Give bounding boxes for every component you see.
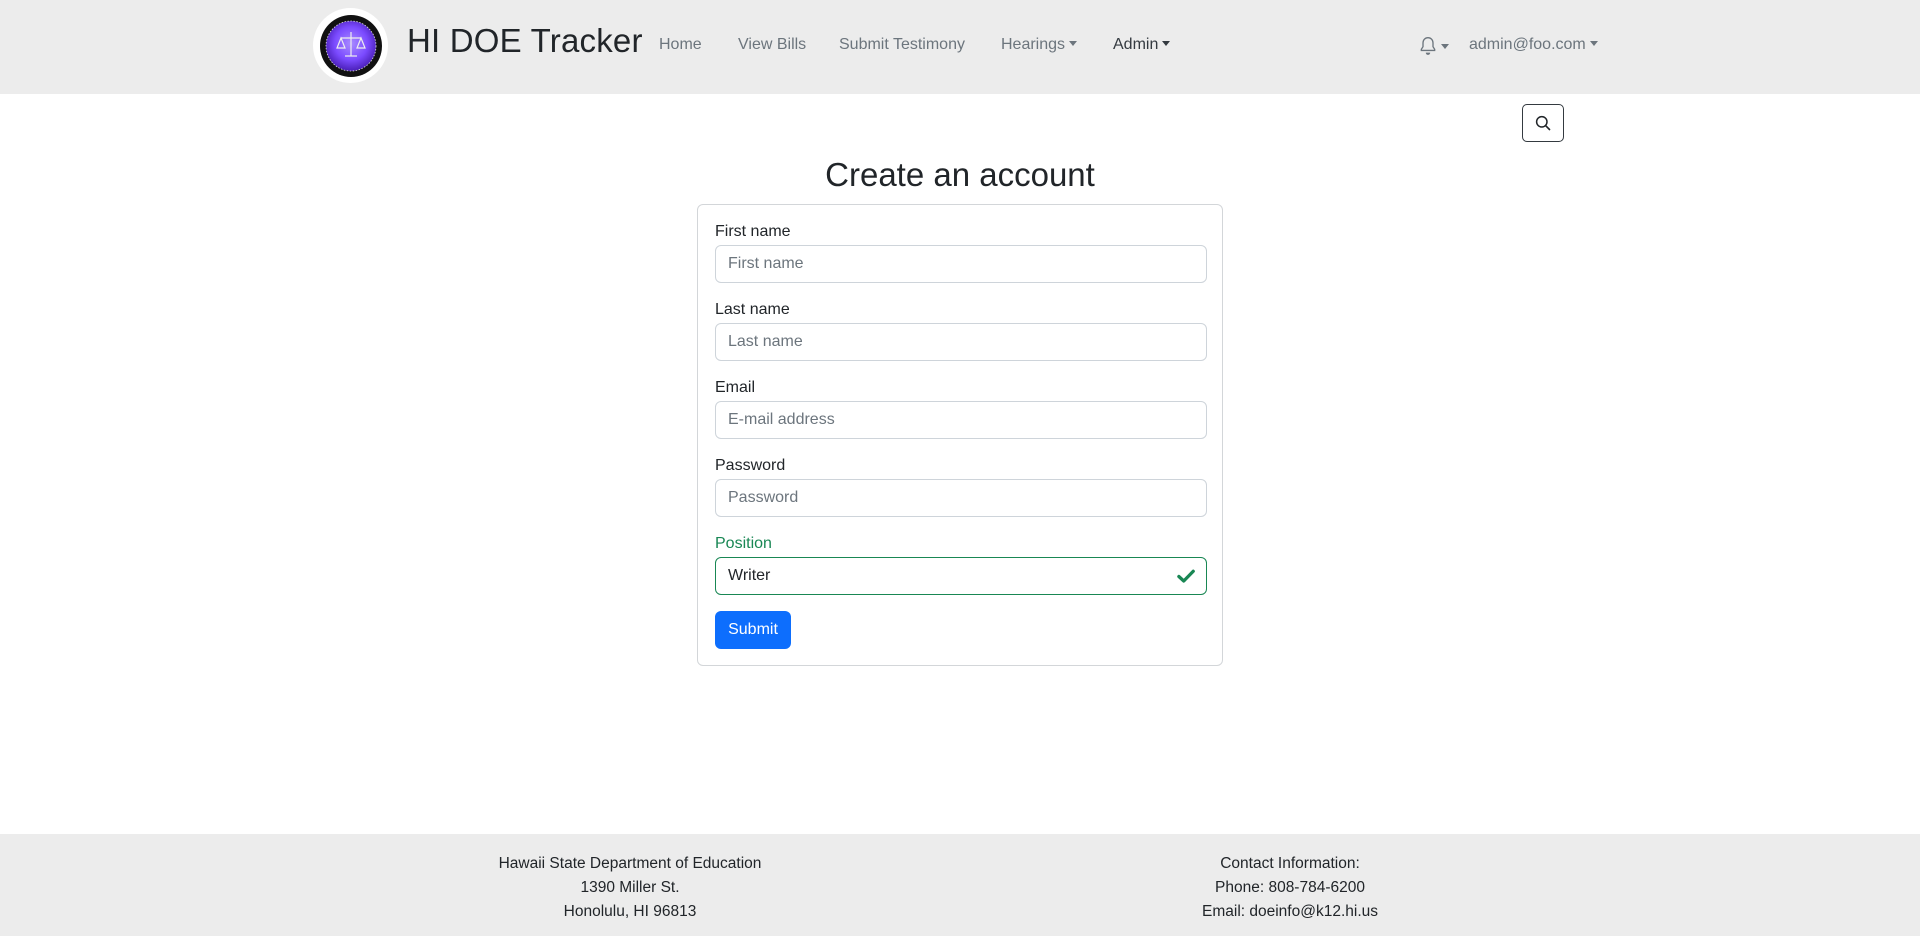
page-title: Create an account: [825, 156, 1095, 193]
password-label: Password: [715, 457, 786, 474]
nav-submit-testimony[interactable]: Submit Testimony: [839, 36, 965, 54]
chevron-down-icon: [1162, 41, 1171, 46]
position-label: Position: [715, 535, 772, 552]
footer-phone: Phone: 808-784-6200: [1215, 879, 1365, 896]
last-name-label: Last name: [715, 301, 790, 318]
submit-button[interactable]: Submit: [715, 611, 791, 649]
create-account-form: First name Last name Email Password Posi…: [697, 204, 1223, 666]
chevron-down-icon: [1441, 43, 1449, 49]
check-icon: [1177, 569, 1195, 583]
footer-email: Email: doeinfo@k12.hi.us: [1202, 903, 1378, 920]
footer-street: 1390 Miller St.: [580, 879, 680, 896]
chevron-down-icon: [1069, 41, 1078, 46]
last-name-input[interactable]: [715, 323, 1207, 361]
brand-logo[interactable]: [313, 8, 388, 83]
footer-contact: Contact Information: Phone: 808-784-6200…: [1090, 852, 1490, 924]
nav-hearings-label: Hearings: [1001, 36, 1066, 53]
search-button[interactable]: [1522, 104, 1564, 142]
footer: Hawaii State Department of Education 139…: [0, 834, 1920, 936]
brand-title[interactable]: HI DOE Tracker: [407, 22, 643, 60]
nav-admin-label: Admin: [1113, 36, 1159, 53]
user-email: admin@foo.com: [1469, 36, 1586, 53]
search-icon: [1535, 115, 1551, 131]
first-name-input[interactable]: [715, 245, 1207, 283]
first-name-label: First name: [715, 223, 791, 240]
footer-contact-heading: Contact Information:: [1220, 855, 1360, 872]
email-input[interactable]: [715, 401, 1207, 439]
nav-admin-dropdown[interactable]: Admin: [1113, 36, 1171, 54]
user-menu-dropdown[interactable]: admin@foo.com: [1469, 36, 1598, 54]
footer-org-name: Hawaii State Department of Education: [498, 855, 762, 872]
position-input[interactable]: [715, 557, 1207, 595]
email-label: Email: [715, 379, 756, 396]
logo-seal-icon: [319, 14, 382, 77]
footer-address: Hawaii State Department of Education 139…: [430, 852, 830, 924]
nav-view-bills[interactable]: View Bills: [738, 36, 806, 54]
top-navbar: HI DOE Tracker Home View Bills Submit Te…: [0, 0, 1920, 94]
chevron-down-icon: [1589, 41, 1598, 46]
bell-icon: [1420, 36, 1436, 55]
notifications-dropdown[interactable]: [1419, 36, 1449, 56]
nav-hearings-dropdown[interactable]: Hearings: [1001, 36, 1078, 54]
nav-home[interactable]: Home: [659, 36, 702, 54]
password-input[interactable]: [715, 479, 1207, 517]
footer-city: Honolulu, HI 96813: [563, 903, 697, 920]
